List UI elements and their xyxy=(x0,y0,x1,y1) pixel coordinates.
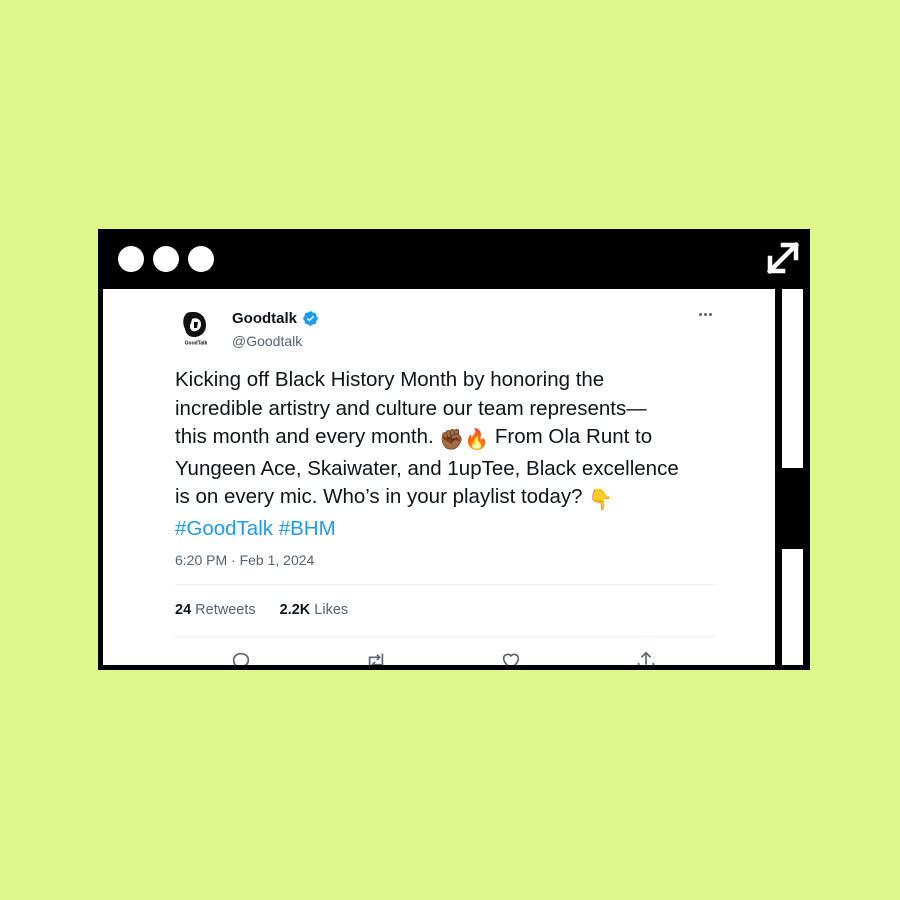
window-control-dot-1[interactable] xyxy=(118,246,144,272)
scrollbar-track-top[interactable] xyxy=(782,289,803,468)
tweet-card: GoodTalk Goodtalk @Goodtalk Kicking off … xyxy=(103,289,775,665)
tweet-timestamp[interactable]: 6:20 PM · Feb 1, 2024 xyxy=(175,552,314,568)
retweets-stat[interactable]: 24 Retweets xyxy=(175,602,256,618)
tweet-text-line-2: incredible artistry and culture our team… xyxy=(175,396,647,420)
retweets-count: 24 xyxy=(175,602,192,618)
pointing-down-emoji-icon: 👇 xyxy=(588,489,614,511)
divider xyxy=(175,584,716,585)
retweet-icon[interactable] xyxy=(365,650,387,665)
scrollbar[interactable] xyxy=(780,289,805,665)
window-control-dot-3[interactable] xyxy=(188,246,214,272)
tweet-stats: 24 Retweets 2.2K Likes xyxy=(175,602,348,618)
author-name-row[interactable]: Goodtalk xyxy=(232,310,319,327)
tweet-text-line-3-start: this month and every month. xyxy=(175,425,434,448)
reply-icon[interactable] xyxy=(230,650,252,665)
hashtag-bhm[interactable]: #BHM xyxy=(279,517,336,540)
verified-badge-icon xyxy=(302,310,319,327)
likes-stat[interactable]: 2.2K Likes xyxy=(280,602,349,618)
scrollbar-track-bottom[interactable] xyxy=(782,549,803,665)
tweet-text-line-5-text: is on every mic. Who’s in your playlist … xyxy=(175,485,583,508)
window-titlebar xyxy=(98,229,810,289)
likes-count: 2.2K xyxy=(279,602,311,618)
retweets-label: Retweets xyxy=(195,602,256,618)
share-icon[interactable] xyxy=(635,650,657,665)
likes-label: Likes xyxy=(314,602,349,618)
fire-emoji-icon: 🔥 xyxy=(464,429,490,451)
tweet-text-line-1: Kicking off Black History Month by honor… xyxy=(175,368,605,391)
expand-icon[interactable] xyxy=(764,239,802,277)
avatar-logo-text: GoodTalk xyxy=(185,341,208,347)
browser-window: GoodTalk Goodtalk @Goodtalk Kicking off … xyxy=(98,229,810,670)
hashtag-goodtalk[interactable]: #GoodTalk xyxy=(175,517,273,540)
tweet-text: Kicking off Black History Month by honor… xyxy=(175,366,735,543)
more-options-icon[interactable] xyxy=(693,307,717,321)
author-name[interactable]: Goodtalk xyxy=(232,310,297,327)
avatar[interactable]: GoodTalk xyxy=(175,307,217,349)
raised-fist-emoji-icon: ✊🏾 xyxy=(439,429,465,451)
tweet-text-line-3: this month and every month. ✊🏾🔥 From Ola… xyxy=(175,423,735,455)
tweet-text-line-5: is on every mic. Who’s in your playlist … xyxy=(175,483,735,515)
like-icon[interactable] xyxy=(500,650,522,665)
window-control-dot-2[interactable] xyxy=(153,246,179,272)
tweet-hashtags: #GoodTalk #BHM xyxy=(175,515,735,544)
divider xyxy=(175,636,716,637)
tweet-text-line-3-end: From Ola Runt to xyxy=(494,425,653,448)
author-handle[interactable]: @Goodtalk xyxy=(232,333,302,349)
tweet-text-line-4: Yungeen Ace, Skaiwater, and 1upTee, Blac… xyxy=(175,456,679,480)
